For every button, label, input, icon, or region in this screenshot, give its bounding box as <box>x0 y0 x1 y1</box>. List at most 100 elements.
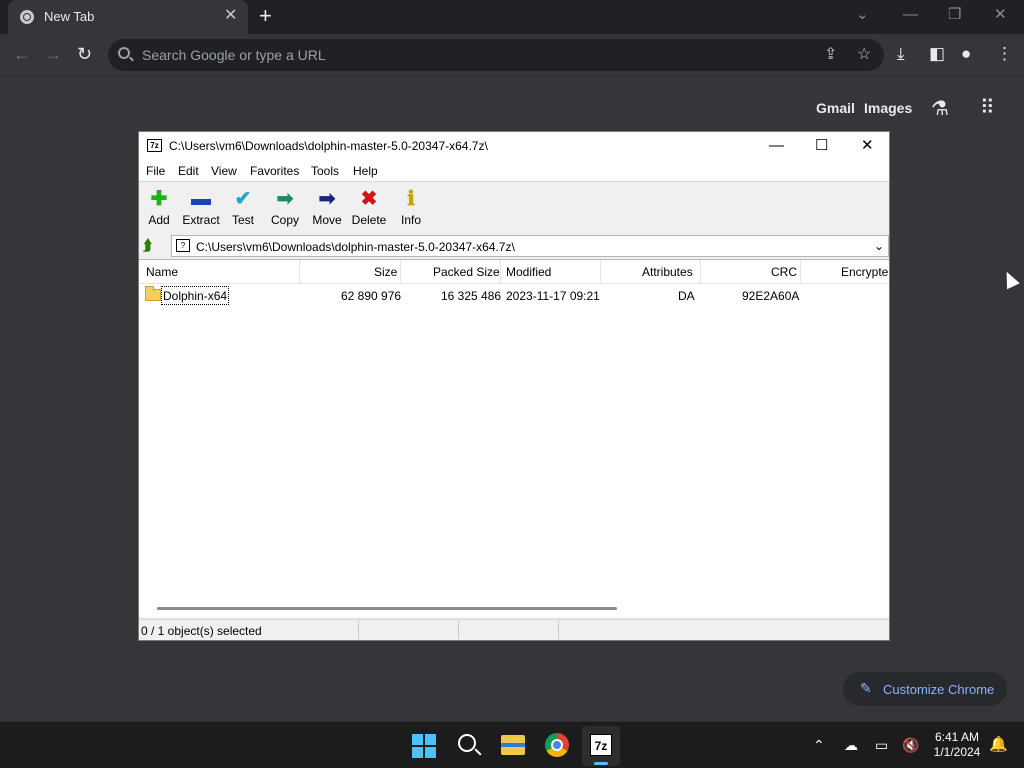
copy-label: Copy <box>270 213 299 227</box>
notification-bell-icon[interactable]: 🔔 <box>989 736 1008 754</box>
info-button[interactable]: ℹ Info <box>389 187 433 227</box>
table-row[interactable]: Dolphin-x64 62 890 976 16 325 486 2023-1… <box>139 286 889 306</box>
info-label: Info <box>400 213 421 227</box>
tab-new-tab[interactable]: New Tab ✕ <box>8 0 248 34</box>
minimize-icon[interactable]: — <box>903 5 918 25</box>
apps-grid-icon[interactable]: ⠿ <box>980 95 995 120</box>
tab-search-icon[interactable]: ⌄ <box>856 5 869 25</box>
menu-tools[interactable]: Tools <box>311 164 339 178</box>
window-titlebar[interactable]: 7z C:\Users\vm6\Downloads\dolphin-master… <box>139 132 889 161</box>
column-divider <box>299 260 300 284</box>
plus-icon: ✚ <box>150 188 168 210</box>
tab-close-icon[interactable]: ✕ <box>224 7 237 25</box>
check-icon: ✔ <box>234 188 252 210</box>
extract-button[interactable]: ▬ Extract <box>179 187 223 227</box>
window-close-icon[interactable]: ✕ <box>861 136 874 156</box>
status-selection: 0 / 1 object(s) selected <box>141 624 262 638</box>
sevenzip-app-icon: 7z <box>147 139 162 152</box>
test-button[interactable]: ✔ Test <box>221 187 265 227</box>
add-button[interactable]: ✚ Add <box>137 187 181 227</box>
restore-icon[interactable]: ❐ <box>948 5 961 25</box>
status-divider <box>458 621 459 639</box>
extract-label: Extract <box>182 213 220 227</box>
row-name[interactable]: Dolphin-x64 <box>161 286 230 305</box>
menu-kebab-icon[interactable]: ⋮ <box>996 43 1013 65</box>
chrome-icon[interactable] <box>545 733 569 757</box>
column-modified[interactable]: Modified <box>506 265 551 279</box>
menu-favorites[interactable]: Favorites <box>250 164 299 178</box>
close-icon[interactable]: ✕ <box>994 5 1007 25</box>
volume-muted-icon[interactable]: 🔇 <box>902 736 919 754</box>
info-icon: ℹ <box>407 188 415 210</box>
taskbar-search-icon[interactable] <box>458 734 476 752</box>
window-title: C:\Users\vm6\Downloads\dolphin-master-5.… <box>169 139 488 153</box>
back-icon[interactable]: ← <box>13 42 31 66</box>
clock-date: 1/1/2024 <box>933 745 981 759</box>
test-label: Test <box>231 213 254 227</box>
omnibox[interactable]: ⇪ ☆ <box>108 39 884 71</box>
windows-start-icon[interactable] <box>412 734 436 758</box>
status-divider <box>358 621 359 639</box>
new-tab-button[interactable]: + <box>259 3 272 29</box>
column-divider <box>600 260 601 284</box>
omnibox-input[interactable] <box>142 45 822 65</box>
profile-icon[interactable]: ● <box>961 43 971 65</box>
list-header: Name Size Packed Size Modified Attribute… <box>139 260 889 284</box>
status-divider <box>558 621 559 639</box>
share-icon[interactable]: ⇪ <box>824 44 837 66</box>
bookmark-star-icon[interactable]: ☆ <box>857 44 871 66</box>
copy-button[interactable]: ➡ Copy <box>263 187 307 227</box>
row-modified: 2023-11-17 09:21 <box>506 289 600 303</box>
column-packed-size[interactable]: Packed Size <box>433 265 500 279</box>
column-divider <box>700 260 701 284</box>
window-minimize-icon[interactable]: — <box>769 136 784 156</box>
file-list[interactable]: Name Size Packed Size Modified Attribute… <box>139 259 889 617</box>
column-divider <box>400 260 401 284</box>
labs-flask-icon[interactable]: ⚗ <box>931 96 949 121</box>
horizontal-scrollbar[interactable] <box>157 607 617 610</box>
menu-bar: File Edit View Favorites Tools Help <box>139 161 889 182</box>
menu-edit[interactable]: Edit <box>178 164 199 178</box>
menu-file[interactable]: File <box>146 164 165 178</box>
images-link[interactable]: Images <box>864 100 912 116</box>
menu-view[interactable]: View <box>211 164 237 178</box>
delete-button[interactable]: ✖ Delete <box>347 187 391 227</box>
tab-strip: New Tab ✕ + ⌄ — ❐ ✕ <box>0 0 1024 34</box>
column-encrypted[interactable]: Encrypte <box>841 265 888 279</box>
delete-x-icon: ✖ <box>360 188 378 210</box>
column-size[interactable]: Size <box>374 265 397 279</box>
column-attributes[interactable]: Attributes <box>642 265 693 279</box>
column-crc[interactable]: CRC <box>771 265 797 279</box>
system-clock[interactable]: 6:41 AM 1/1/2024 <box>930 730 984 760</box>
address-path: C:\Users\vm6\Downloads\dolphin-master-5.… <box>196 240 515 254</box>
row-crc: 92E2A60A <box>742 289 800 303</box>
taskbar: 7z ⌃ ☁ ▭ 🔇 6:41 AM 1/1/2024 🔔 <box>0 721 1024 768</box>
tray-chevron-up-icon[interactable]: ⌃ <box>813 736 825 754</box>
folder-icon <box>145 286 161 301</box>
address-combobox[interactable]: ? C:\Users\vm6\Downloads\dolphin-master-… <box>171 235 889 257</box>
row-packed-size: 16 325 486 <box>441 289 502 303</box>
side-panel-icon[interactable]: ◧ <box>929 43 945 65</box>
gmail-link[interactable]: Gmail <box>816 100 855 116</box>
column-name[interactable]: Name <box>146 265 178 279</box>
sevenzip-toolbar: ✚ Add ▬ Extract ✔ Test ➡ Copy ➡ Move ✖ D… <box>139 183 889 233</box>
reload-icon[interactable]: ↻ <box>77 42 92 66</box>
chevron-down-icon[interactable]: ⌄ <box>874 238 884 254</box>
folder-up-icon[interactable]: ⮭ <box>143 237 152 254</box>
delete-label: Delete <box>351 213 387 227</box>
file-explorer-icon[interactable] <box>501 735 525 755</box>
onedrive-offline-icon[interactable]: ☁ <box>844 736 858 754</box>
customize-chrome-button[interactable]: ✎ Customize Chrome <box>843 672 1007 706</box>
customize-chrome-label: Customize Chrome <box>883 682 995 697</box>
download-icon[interactable]: ⤓ <box>897 43 905 65</box>
menu-help[interactable]: Help <box>353 164 378 178</box>
sevenzip-taskbar-button[interactable]: 7z <box>582 726 620 766</box>
copy-arrow-icon: ➡ <box>276 188 294 210</box>
move-button[interactable]: ➡ Move <box>305 187 349 227</box>
window-maximize-icon[interactable]: ☐ <box>815 136 828 156</box>
search-icon <box>118 47 130 59</box>
forward-icon[interactable]: → <box>44 42 62 66</box>
network-icon[interactable]: ▭ <box>875 736 888 754</box>
tab-title: New Tab <box>44 9 95 24</box>
row-attributes: DA <box>678 289 695 303</box>
